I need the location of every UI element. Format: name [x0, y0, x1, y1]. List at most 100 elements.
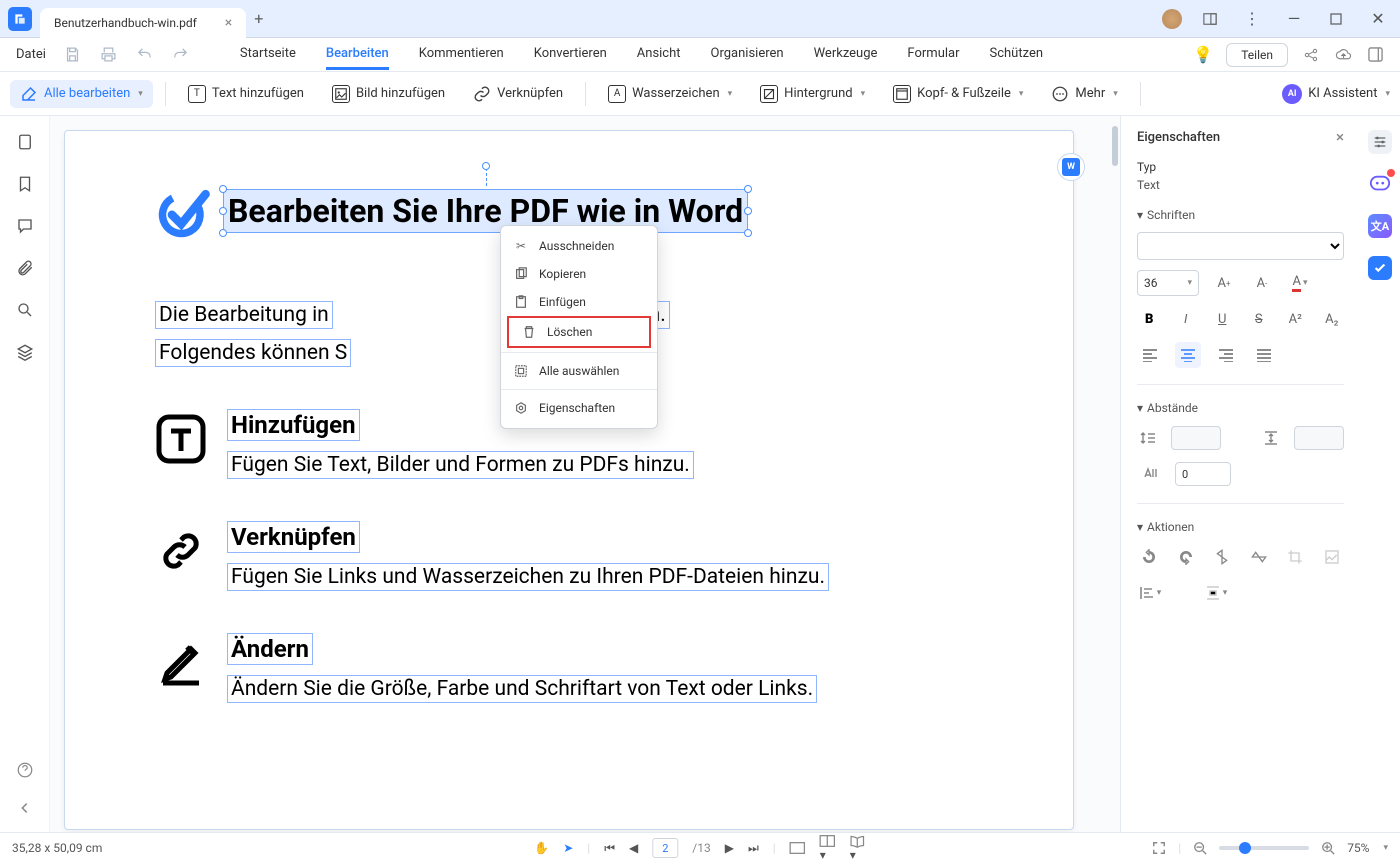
line-spacing-input[interactable]: [1171, 426, 1221, 450]
rotate-right-icon[interactable]: [1174, 544, 1199, 570]
text-box[interactable]: Ändern: [227, 633, 313, 665]
thumbnails-icon[interactable]: [15, 132, 35, 152]
select-all-menu-item[interactable]: Alle auswählen: [501, 357, 657, 385]
char-spacing-input[interactable]: 0: [1175, 462, 1231, 486]
print-icon[interactable]: [100, 46, 118, 64]
tab-formular[interactable]: Formular: [907, 40, 959, 70]
align-left-icon[interactable]: [1137, 342, 1163, 368]
share-button[interactable]: Teilen: [1226, 43, 1288, 67]
strikethrough-icon[interactable]: S: [1247, 306, 1272, 332]
window-panel-icon[interactable]: [1196, 5, 1224, 33]
header-footer-button[interactable]: Kopf- & Fußzeile▾: [883, 80, 1033, 108]
tab-organisieren[interactable]: Organisieren: [711, 40, 784, 70]
font-color-icon[interactable]: A▾: [1287, 270, 1313, 296]
tab-kommentieren[interactable]: Kommentieren: [419, 40, 504, 70]
collapse-left-icon[interactable]: [15, 798, 35, 818]
check-rail-icon[interactable]: [1368, 256, 1392, 280]
bold-icon[interactable]: B: [1137, 306, 1162, 332]
fit-width-icon[interactable]: [790, 841, 806, 855]
align-objects-icon[interactable]: ▾: [1137, 580, 1163, 606]
tab-konvertieren[interactable]: Konvertieren: [534, 40, 607, 70]
underline-icon[interactable]: U: [1210, 306, 1235, 332]
prev-page-icon[interactable]: ◀: [629, 841, 638, 855]
search-icon[interactable]: [15, 300, 35, 320]
actions-section[interactable]: ▾ Aktionen: [1137, 520, 1344, 534]
reading-mode-icon[interactable]: ▾: [850, 834, 866, 862]
bookmark-icon[interactable]: [15, 174, 35, 194]
text-box[interactable]: Fügen Sie Links und Wasserzeichen zu Ihr…: [227, 563, 829, 591]
minimize-icon[interactable]: —: [1280, 5, 1308, 33]
save-icon[interactable]: [64, 46, 82, 64]
word-export-badge[interactable]: W: [1057, 153, 1085, 181]
align-justify-icon[interactable]: [1251, 342, 1277, 368]
text-box[interactable]: Hinzufügen: [227, 409, 360, 441]
canvas-area[interactable]: W Bearbeiten Sie Ihre PDF wie in Word Di…: [50, 116, 1120, 832]
paragraph-spacing-input[interactable]: [1294, 426, 1344, 450]
comment-icon[interactable]: [15, 216, 35, 236]
translate-icon[interactable]: 文A: [1368, 214, 1392, 238]
selected-title-textbox[interactable]: Bearbeiten Sie Ihre PDF wie in Word: [223, 189, 748, 233]
fonts-section[interactable]: ▾ Schriften: [1137, 208, 1344, 222]
ai-chat-icon[interactable]: [1368, 172, 1392, 196]
replace-image-icon[interactable]: [1320, 544, 1345, 570]
cut-menu-item[interactable]: ✂Ausschneiden: [501, 232, 657, 260]
kebab-icon[interactable]: ⋮: [1238, 5, 1266, 33]
add-text-button[interactable]: TText hinzufügen: [178, 80, 314, 108]
vertical-scrollbar[interactable]: [1110, 126, 1118, 822]
user-avatar[interactable]: [1162, 9, 1182, 29]
close-panel-icon[interactable]: ×: [1336, 128, 1344, 146]
tab-bearbeiten[interactable]: Bearbeiten: [326, 40, 389, 70]
font-size-input[interactable]: 36▾: [1137, 270, 1199, 296]
rotate-left-icon[interactable]: [1137, 544, 1162, 570]
text-box[interactable]: Folgendes können S: [155, 339, 351, 367]
edit-all-button[interactable]: Alle bearbeiten▾: [10, 80, 153, 108]
paste-menu-item[interactable]: Einfügen: [501, 288, 657, 316]
tab-schützen[interactable]: Schützen: [990, 40, 1044, 70]
view-mode-icon[interactable]: ▾: [820, 834, 836, 862]
text-box[interactable]: Verknüpfen: [227, 521, 360, 553]
zoom-slider[interactable]: [1219, 846, 1309, 850]
flip-horizontal-icon[interactable]: [1247, 544, 1272, 570]
window-layout-icon[interactable]: [1366, 46, 1384, 64]
watermark-button[interactable]: AWasserzeichen▾: [598, 80, 742, 108]
close-icon[interactable]: ×: [225, 15, 232, 31]
fullscreen-icon[interactable]: [1152, 841, 1166, 855]
help-icon[interactable]: [15, 760, 35, 780]
background-button[interactable]: Hintergrund▾: [750, 80, 875, 108]
text-box[interactable]: Die Bearbeitung in: [155, 301, 333, 329]
hand-tool-icon[interactable]: ✋: [534, 841, 549, 855]
align-center-icon[interactable]: [1175, 342, 1201, 368]
tab-werkzeuge[interactable]: Werkzeuge: [814, 40, 878, 70]
italic-icon[interactable]: I: [1174, 306, 1199, 332]
close-window-icon[interactable]: ✕: [1364, 5, 1392, 33]
layers-icon[interactable]: [15, 342, 35, 362]
select-tool-icon[interactable]: ➤: [563, 841, 573, 855]
crop-icon[interactable]: [1283, 544, 1308, 570]
properties-menu-item[interactable]: Eigenschaften: [501, 394, 657, 422]
distribute-icon[interactable]: ▾: [1203, 580, 1229, 606]
link-button[interactable]: Verknüpfen: [463, 80, 573, 108]
last-page-icon[interactable]: ⏭: [748, 841, 759, 856]
maximize-icon[interactable]: [1322, 5, 1350, 33]
tab-ansicht[interactable]: Ansicht: [637, 40, 681, 70]
settings-rail-icon[interactable]: [1368, 130, 1392, 154]
copy-menu-item[interactable]: Kopieren: [501, 260, 657, 288]
superscript-icon[interactable]: A²: [1283, 306, 1308, 332]
first-page-icon[interactable]: ⏮: [604, 841, 615, 856]
decrease-font-icon[interactable]: A-: [1249, 270, 1275, 296]
text-box[interactable]: Ändern Sie die Größe, Farbe und Schrifta…: [227, 675, 817, 703]
text-box[interactable]: Fügen Sie Text, Bilder und Formen zu PDF…: [227, 451, 694, 479]
share-graph-icon[interactable]: [1302, 46, 1320, 64]
ai-assistant-button[interactable]: AIKI Assistent▾: [1282, 84, 1390, 104]
zoom-out-icon[interactable]: [1193, 841, 1207, 855]
redo-icon[interactable]: [172, 46, 190, 64]
spacing-section[interactable]: ▾ Abstände: [1137, 401, 1344, 415]
tab-startseite[interactable]: Startseite: [240, 40, 296, 70]
subscript-icon[interactable]: A₂: [1320, 306, 1345, 332]
lightbulb-icon[interactable]: 💡: [1194, 46, 1212, 64]
attachment-icon[interactable]: [15, 258, 35, 278]
file-menu[interactable]: Datei: [16, 47, 46, 62]
zoom-in-icon[interactable]: [1321, 841, 1335, 855]
zoom-level[interactable]: 75%: [1347, 841, 1369, 855]
increase-font-icon[interactable]: A+: [1211, 270, 1237, 296]
